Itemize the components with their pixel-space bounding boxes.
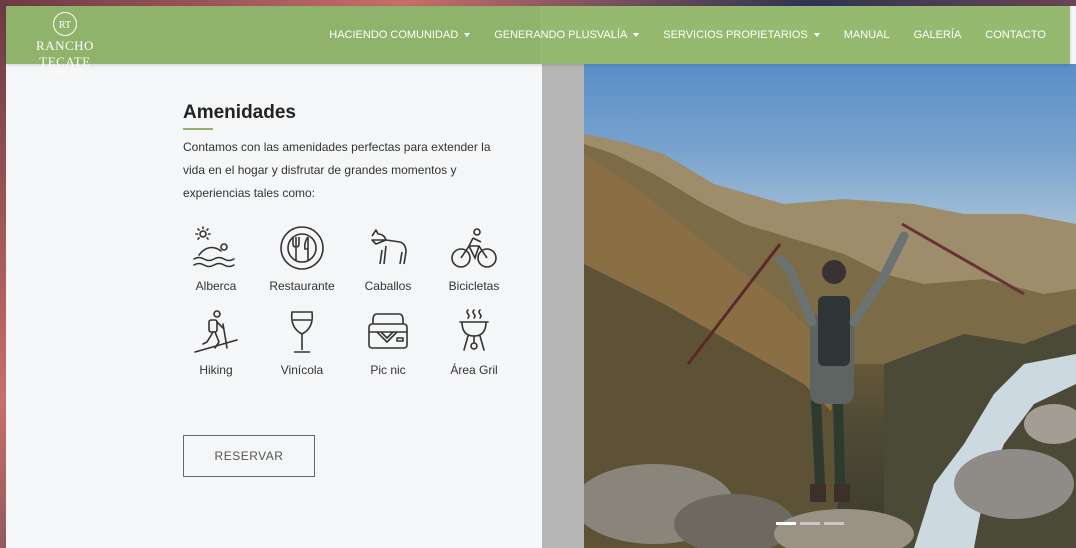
nav-label: HACIENDO COMUNIDAD <box>329 29 459 41</box>
amenity-restaurante: Restaurante <box>259 223 345 295</box>
swimmer-icon <box>190 223 242 273</box>
amenity-label: Bicicletas <box>448 279 500 293</box>
nav-label: GALERÍA <box>913 29 962 41</box>
nav-item-manual[interactable]: MANUAL <box>832 29 902 41</box>
amenity-caballos: Caballos <box>345 223 431 295</box>
image-frame-divider <box>542 64 584 548</box>
title-underline <box>183 128 213 130</box>
chevron-down-icon <box>464 33 471 37</box>
nav-item-generando-plusvalia[interactable]: GENERANDO PLUSVALÍA <box>482 29 651 41</box>
plate-cutlery-icon <box>276 223 328 273</box>
brand-name: RANCHO TECATE <box>36 38 94 69</box>
amenity-label: Área Gril <box>450 363 498 377</box>
amenity-label: Alberca <box>195 279 237 293</box>
amenities-content: Amenidades Contamos con las amenidades p… <box>183 102 523 477</box>
nav-item-servicios-propietarios[interactable]: SERVICIOS PROPIETARIOS <box>651 29 831 41</box>
picnic-basket-icon <box>362 307 414 357</box>
main-navbar: RT RANCHO TECATE Desde 1831 HACIENDO COM… <box>6 6 1070 76</box>
nav-label: MANUAL <box>843 29 890 41</box>
hiker-icon <box>190 307 242 357</box>
reserve-button[interactable]: RESERVAR <box>183 435 315 477</box>
amenities-grid: Alberca Restaurante Caballos Bicicletas … <box>173 223 517 379</box>
nav-item-contacto[interactable]: CONTACTO <box>973 29 1058 41</box>
amenity-bicicletas: Bicicletas <box>431 223 517 295</box>
nav-menu: HACIENDO COMUNIDAD GENERANDO PLUSVALÍA S… <box>317 6 1058 64</box>
amenity-picnic: Pic nic <box>345 307 431 379</box>
amenity-vinicola: Vinícola <box>259 307 345 379</box>
monogram-text: RT <box>59 20 71 31</box>
chevron-down-icon <box>633 33 640 37</box>
amenity-area-gril: Área Gril <box>431 307 517 379</box>
nav-label: CONTACTO <box>985 29 1046 41</box>
amenity-label: Hiking <box>199 363 233 377</box>
section-description: Contamos con las amenidades perfectas pa… <box>183 140 491 200</box>
horse-icon <box>362 223 414 273</box>
brand-logo[interactable]: RT RANCHO TECATE Desde 1831 <box>20 12 110 76</box>
carousel-dot-2[interactable] <box>800 522 820 525</box>
brand-tagline: Desde 1831 <box>41 70 89 76</box>
grill-icon <box>448 307 500 357</box>
amenity-label: Caballos <box>364 279 412 293</box>
amenity-alberca: Alberca <box>173 223 259 295</box>
monogram-icon: RT <box>53 12 77 36</box>
amenity-label: Restaurante <box>269 279 335 293</box>
cyclist-icon <box>448 223 500 273</box>
carousel-dot-1[interactable] <box>776 522 796 525</box>
nav-item-haciendo-comunidad[interactable]: HACIENDO COMUNIDAD <box>317 29 482 41</box>
section-title: Amenidades <box>183 102 296 123</box>
hero-photo <box>584 64 1076 548</box>
amenities-section: Amenidades Contamos con las amenidades p… <box>6 64 542 548</box>
amenity-label: Pic nic <box>370 363 406 377</box>
nav-label: GENERANDO PLUSVALÍA <box>494 29 628 41</box>
nav-label: SERVICIOS PROPIETARIOS <box>663 29 808 41</box>
nav-item-galeria[interactable]: GALERÍA <box>902 29 974 41</box>
amenity-label: Vinícola <box>280 363 324 377</box>
chevron-down-icon <box>813 33 820 37</box>
carousel-indicators <box>776 522 844 525</box>
wine-glass-icon <box>276 307 328 357</box>
amenity-hiking: Hiking <box>173 307 259 379</box>
carousel-dot-3[interactable] <box>824 522 844 525</box>
